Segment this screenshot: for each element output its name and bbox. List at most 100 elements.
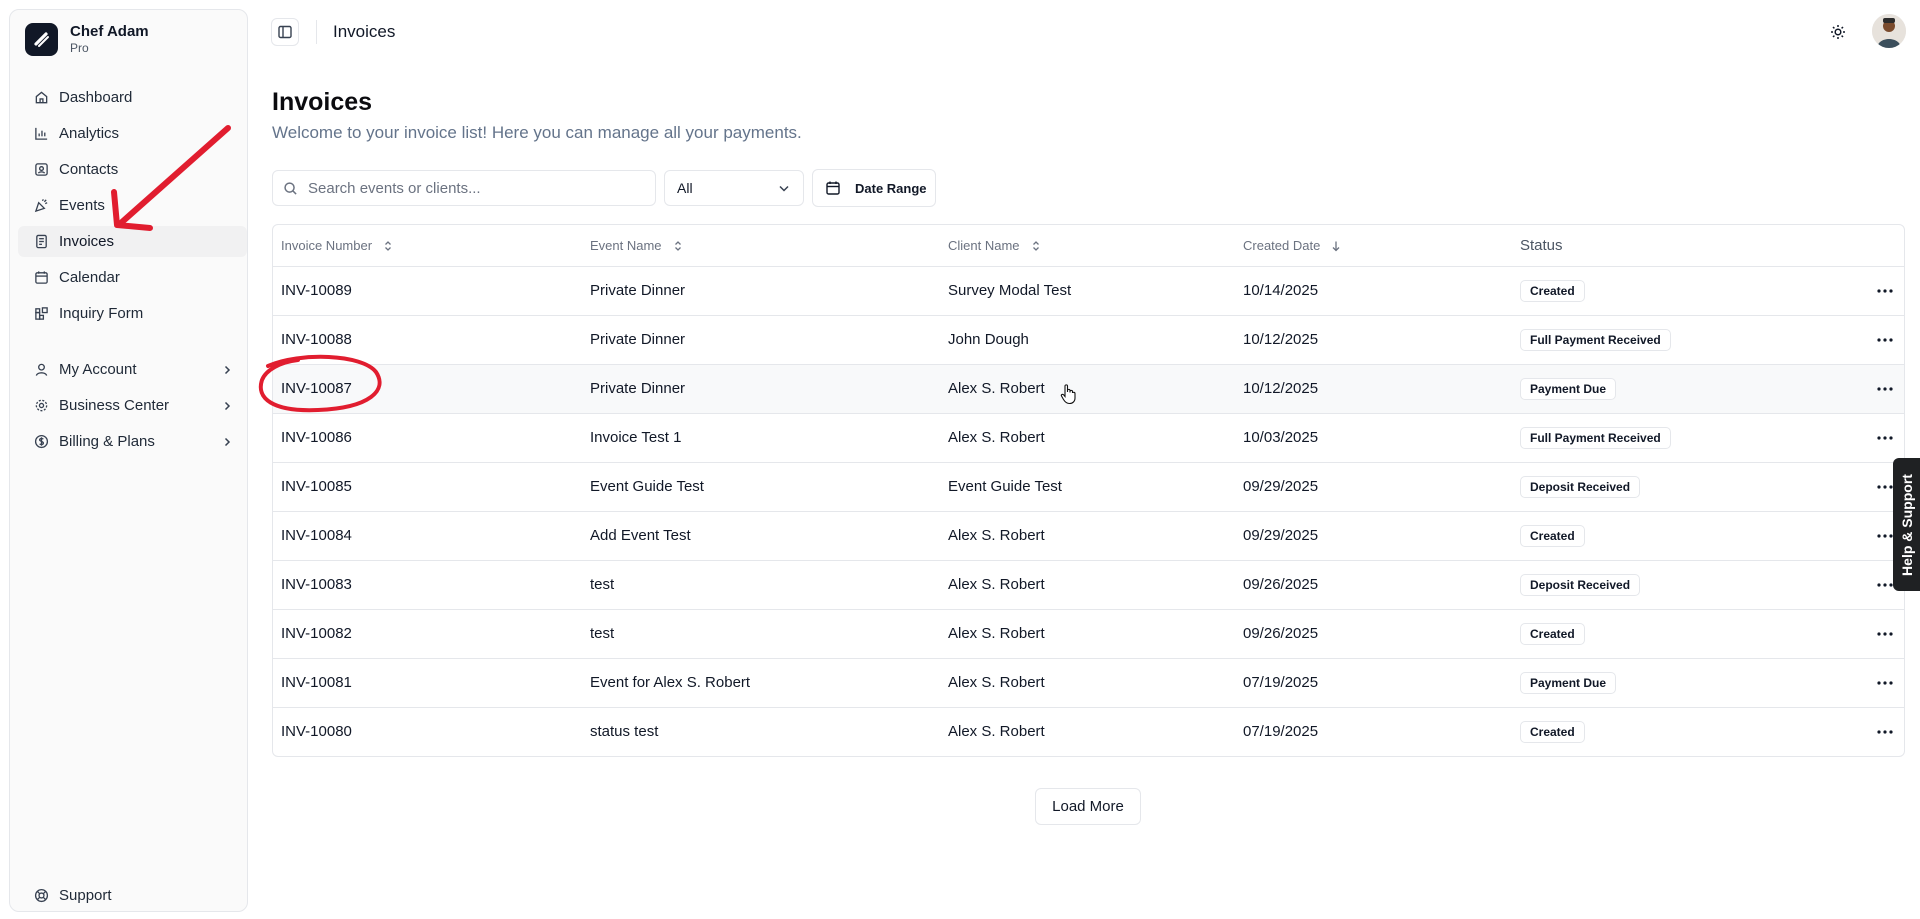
more-horizontal-icon (1877, 583, 1893, 587)
event-name: Private Dinner (590, 380, 686, 397)
table-row[interactable]: INV-10083 test Alex S. Robert 09/26/2025… (273, 561, 1904, 610)
sidebar-item-label: Support (59, 887, 112, 904)
help-support-tab[interactable]: Help & Support (1893, 458, 1920, 591)
table-row[interactable]: INV-10082 test Alex S. Robert 09/26/2025… (273, 610, 1904, 659)
load-more-button[interactable]: Load More (1035, 788, 1141, 825)
sidebar-item-contacts[interactable]: Contacts (18, 154, 247, 185)
sidebar-item-label: Contacts (59, 161, 119, 178)
invoice-number[interactable]: INV-10086 (281, 429, 352, 446)
sidebar-group-billing-plans[interactable]: Billing & Plans (18, 426, 247, 457)
invoice-number[interactable]: INV-10085 (281, 478, 352, 495)
event-name: Private Dinner (590, 331, 686, 348)
column-header-created-date[interactable]: Created Date (1243, 238, 1342, 253)
client-name: Survey Modal Test (948, 282, 1072, 299)
sidebar-item-label: Calendar (59, 269, 120, 286)
sidebar-group-business-center[interactable]: Business Center (18, 390, 247, 421)
brand[interactable]: Chef Adam Pro (25, 23, 149, 56)
sidebar-item-dashboard[interactable]: Dashboard (18, 82, 247, 113)
calendar-icon (35, 271, 48, 284)
client-name: Alex S. Robert (948, 380, 1045, 397)
gear-icon (35, 399, 48, 412)
sidebar-item-support[interactable]: Support (18, 880, 247, 911)
invoices-table: Invoice Number Event Name Client Name Cr… (272, 224, 1905, 757)
status-badge: Full Payment Received (1520, 427, 1671, 449)
chevron-right-icon (224, 437, 231, 446)
client-name: Alex S. Robert (948, 674, 1045, 691)
page-subtitle: Welcome to your invoice list! Here you c… (272, 123, 802, 142)
sidebar-item-events[interactable]: Events (18, 190, 247, 221)
date-range-label: Date Range (855, 180, 927, 196)
sort-updown-icon (1032, 240, 1039, 251)
status-badge: Payment Due (1520, 378, 1617, 400)
more-horizontal-icon (1877, 534, 1893, 538)
row-actions-button[interactable] (1874, 428, 1896, 448)
sidebar-group-my-account[interactable]: My Account (18, 354, 247, 385)
sidebar-item-label: Invoices (59, 233, 115, 250)
table-row[interactable]: INV-10088 Private Dinner John Dough 10/1… (273, 316, 1904, 365)
row-actions-button[interactable] (1874, 722, 1896, 742)
row-actions-button[interactable] (1874, 281, 1896, 301)
theme-toggle-sun-icon[interactable] (1828, 22, 1848, 42)
date-range-button[interactable]: Date Range (812, 169, 936, 207)
invoice-number[interactable]: INV-10080 (281, 723, 352, 740)
created-date: 09/29/2025 (1243, 478, 1319, 495)
chevron-right-icon (224, 401, 231, 410)
calendar-icon (826, 181, 840, 195)
sidebar-item-calendar[interactable]: Calendar (18, 262, 247, 293)
created-date: 10/12/2025 (1243, 380, 1319, 397)
table-row[interactable]: INV-10080 status test Alex S. Robert 07/… (273, 708, 1904, 756)
search-field[interactable] (272, 170, 656, 206)
column-label: Status (1520, 237, 1563, 254)
sidebar-toggle-button[interactable] (271, 18, 299, 46)
invoice-number[interactable]: INV-10089 (281, 282, 352, 299)
invoice-number[interactable]: INV-10082 (281, 625, 352, 642)
hand-cursor-icon (1060, 384, 1076, 405)
row-actions-button[interactable] (1874, 624, 1896, 644)
invoice-number[interactable]: INV-10084 (281, 527, 352, 544)
table-row[interactable]: INV-10089 Private Dinner Survey Modal Te… (273, 267, 1904, 316)
table-row[interactable]: INV-10084 Add Event Test Alex S. Robert … (273, 512, 1904, 561)
created-date: 10/03/2025 (1243, 429, 1319, 446)
table-row[interactable]: INV-10081 Event for Alex S. Robert Alex … (273, 659, 1904, 708)
table-row[interactable]: INV-10087 Private Dinner Alex S. Robert … (273, 365, 1904, 414)
search-icon (284, 181, 297, 195)
column-label: Invoice Number (281, 238, 373, 253)
status-filter-select[interactable]: All (664, 170, 804, 206)
created-date: 07/19/2025 (1243, 674, 1319, 691)
event-name: Invoice Test 1 (590, 429, 682, 446)
sidebar: Chef Adam Pro Dashboard Analytics Contac… (9, 9, 248, 912)
column-header-event-name[interactable]: Event Name (590, 238, 684, 253)
more-horizontal-icon (1877, 289, 1893, 293)
search-input[interactable] (308, 179, 628, 197)
more-horizontal-icon (1877, 338, 1893, 342)
invoice-number[interactable]: INV-10083 (281, 576, 352, 593)
invoice-number[interactable]: INV-10087 (281, 380, 352, 397)
client-name: Alex S. Robert (948, 576, 1045, 593)
invoice-number[interactable]: INV-10081 (281, 674, 352, 691)
client-name: Event Guide Test (948, 478, 1062, 495)
status-badge: Full Payment Received (1520, 329, 1671, 351)
created-date: 09/26/2025 (1243, 625, 1319, 642)
more-horizontal-icon (1877, 730, 1893, 734)
row-actions-button[interactable] (1874, 673, 1896, 693)
column-header-client-name[interactable]: Client Name (948, 238, 1042, 253)
client-name: Alex S. Robert (948, 723, 1045, 740)
column-header-invoice-number[interactable]: Invoice Number (281, 238, 394, 253)
table-row[interactable]: INV-10086 Invoice Test 1 Alex S. Robert … (273, 414, 1904, 463)
sidebar-item-inquiry-form[interactable]: Inquiry Form (18, 298, 247, 329)
row-actions-button[interactable] (1874, 330, 1896, 350)
table-row[interactable]: INV-10085 Event Guide Test Event Guide T… (273, 463, 1904, 512)
event-name: status test (590, 723, 659, 740)
client-name: John Dough (948, 331, 1029, 348)
status-badge: Created (1520, 280, 1585, 302)
row-actions-button[interactable] (1874, 379, 1896, 399)
sidebar-item-invoices[interactable]: Invoices (18, 226, 247, 257)
avatar[interactable] (1872, 14, 1906, 48)
client-name: Alex S. Robert (948, 527, 1045, 544)
chevron-right-icon (224, 365, 231, 374)
status-badge: Payment Due (1520, 672, 1617, 694)
status-badge: Deposit Received (1520, 574, 1641, 596)
sidebar-item-analytics[interactable]: Analytics (18, 118, 247, 149)
sidebar-item-label: Inquiry Form (59, 305, 144, 322)
invoice-number[interactable]: INV-10088 (281, 331, 352, 348)
